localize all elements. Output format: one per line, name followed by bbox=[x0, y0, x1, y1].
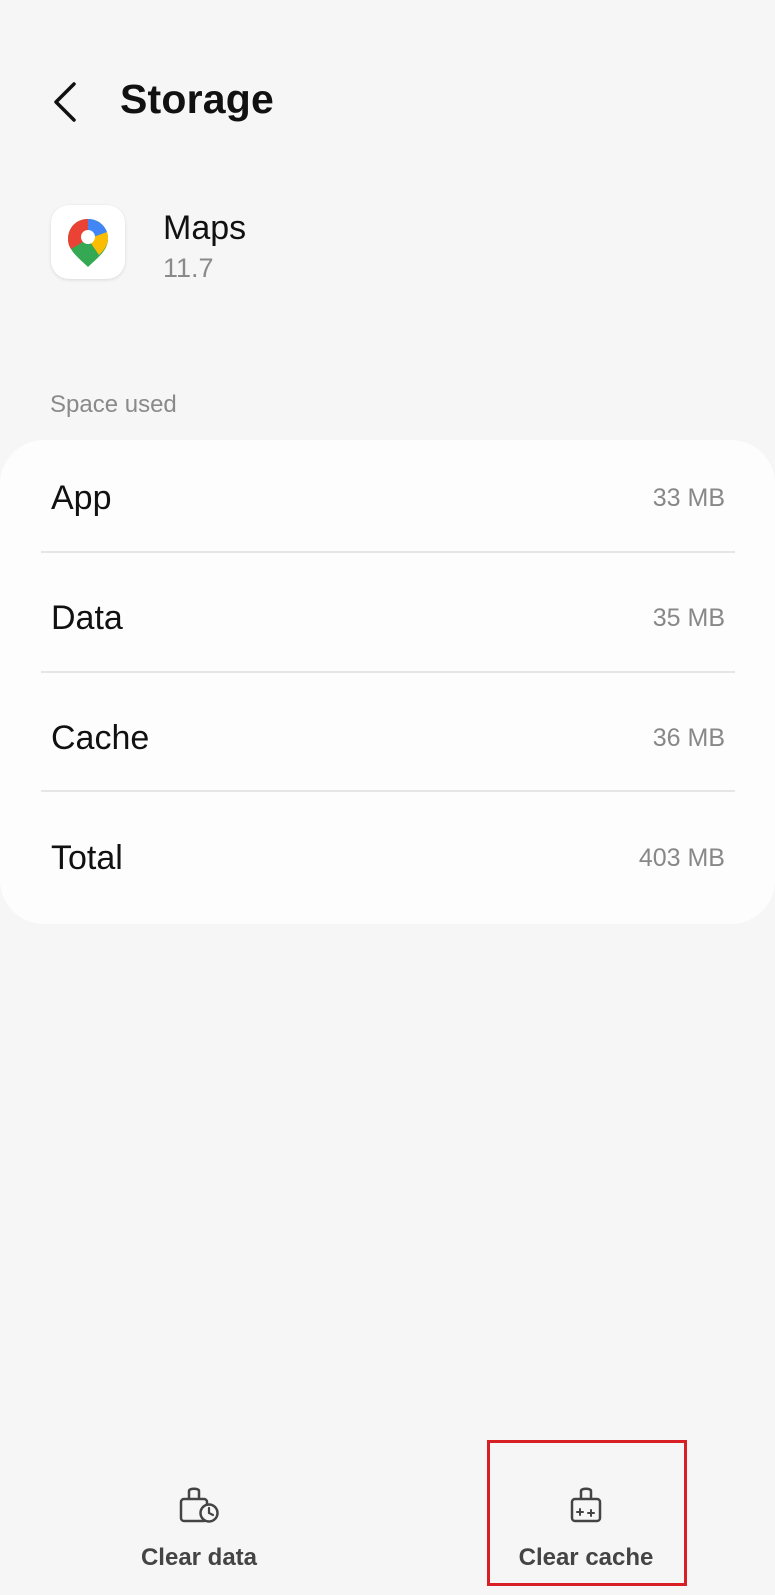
row-value: 35 MB bbox=[652, 604, 725, 632]
storage-row-cache: Cache 36 MB bbox=[0, 680, 775, 800]
back-button[interactable] bbox=[44, 76, 92, 128]
storage-row-app: App 33 MB bbox=[0, 440, 775, 560]
app-version: 11.7 bbox=[163, 253, 214, 283]
top-app-bar: Storage bbox=[0, 60, 775, 144]
page-title: Storage bbox=[120, 76, 275, 122]
storage-row-total: Total 403 MB bbox=[0, 800, 775, 920]
clear-data-label: Clear data bbox=[140, 1544, 258, 1571]
divider bbox=[41, 671, 735, 673]
row-label: App bbox=[51, 479, 112, 517]
clear-data-button[interactable]: Clear data bbox=[84, 1430, 314, 1571]
divider bbox=[41, 551, 735, 553]
row-label: Total bbox=[51, 839, 123, 877]
storage-card: App 33 MB Data 35 MB Cache 36 MB Total 4… bbox=[0, 440, 775, 924]
chevron-left-icon bbox=[54, 82, 76, 122]
divider bbox=[41, 790, 735, 792]
row-value: 403 MB bbox=[638, 844, 725, 872]
clear-data-icon bbox=[179, 1487, 219, 1523]
row-value: 33 MB bbox=[652, 484, 725, 512]
app-name: Maps bbox=[163, 209, 247, 247]
storage-row-data: Data 35 MB bbox=[0, 560, 775, 680]
section-label-space-used: Space used bbox=[50, 391, 177, 418]
maps-app-icon bbox=[51, 205, 125, 279]
row-label: Cache bbox=[51, 719, 150, 757]
map-pin-icon bbox=[68, 219, 108, 267]
highlight-box bbox=[487, 1440, 687, 1586]
row-value: 36 MB bbox=[652, 724, 725, 752]
row-label: Data bbox=[51, 599, 123, 637]
